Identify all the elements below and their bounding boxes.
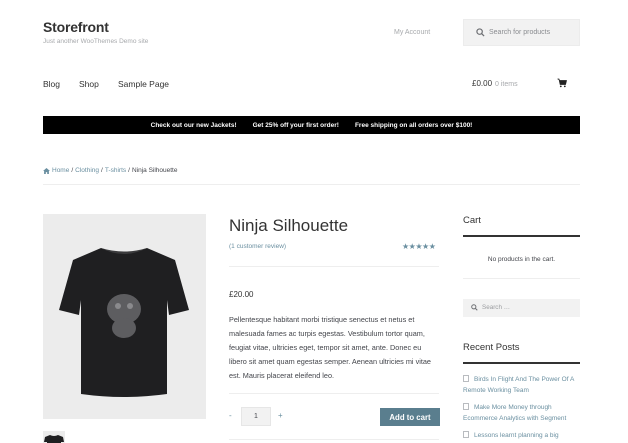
site-title[interactable]: Storefront xyxy=(43,19,109,35)
shopping-cart-icon[interactable] xyxy=(557,78,567,88)
breadcrumb-separator: / xyxy=(101,167,103,174)
promo-message: Get 25% off your first order! xyxy=(252,121,339,129)
promo-message: Free shipping on all orders over $100! xyxy=(354,121,473,129)
product-search-input[interactable]: Search for products xyxy=(463,19,580,46)
search-placeholder: Search for products xyxy=(489,29,551,36)
breadcrumb-separator: / xyxy=(128,167,130,174)
summary-divider xyxy=(229,439,439,440)
home-icon xyxy=(43,167,50,174)
document-icon xyxy=(463,375,469,382)
nav-item-blog[interactable]: Blog xyxy=(43,79,60,89)
cart-count: 0 items xyxy=(495,81,518,88)
tshirt-image xyxy=(59,248,189,397)
breadcrumb-home[interactable]: Home xyxy=(52,167,69,174)
summary-divider xyxy=(229,393,439,394)
cart-widget-title: Cart xyxy=(463,215,481,226)
my-account-link[interactable]: My Account xyxy=(394,29,430,36)
document-icon xyxy=(463,403,469,410)
document-icon xyxy=(463,431,469,438)
recent-post-item[interactable]: Birds In Flight And The Power Of A Remot… xyxy=(463,374,583,396)
widget-title-rule xyxy=(463,362,580,364)
breadcrumb-separator: / xyxy=(71,167,74,174)
header-cart-link[interactable]: £0.00 0 items xyxy=(472,79,518,88)
summary-divider xyxy=(229,266,439,267)
breadcrumb-current: Ninja Silhouette xyxy=(131,167,178,174)
breadcrumb-divider xyxy=(43,184,580,185)
site-tagline: Just another WooThemes Demo site xyxy=(43,38,149,45)
product-description: Pellentesque habitant morbi tristique se… xyxy=(229,315,431,380)
recent-post-link[interactable]: Make More Money through Ecommerce Analyt… xyxy=(463,404,566,422)
search-icon xyxy=(476,28,485,37)
tshirt-thumbnail-image xyxy=(44,435,64,443)
quantity-increase-button[interactable]: + xyxy=(278,411,283,420)
promo-bar: Check out our new Jackets! Get 25% off y… xyxy=(43,116,580,134)
product-thumbnail[interactable] xyxy=(43,431,65,443)
cart-total: £0.00 xyxy=(472,79,493,88)
product-title: Ninja Silhouette xyxy=(229,216,349,235)
sidebar-search-placeholder: Search … xyxy=(482,304,510,311)
breadcrumb: Home / Clothing / T-shirts / Ninja Silho… xyxy=(43,167,177,174)
recent-post-link[interactable]: Lessons learnt planning a big xyxy=(474,432,559,439)
promo-message: Check out our new Jackets! xyxy=(150,121,237,129)
recent-post-item[interactable]: Make More Money through Ecommerce Analyt… xyxy=(463,402,583,424)
product-price: £20.00 xyxy=(229,290,254,299)
quantity-decrease-button[interactable]: - xyxy=(229,411,232,420)
customer-review-link[interactable]: (1 customer review) xyxy=(229,243,286,250)
widget-divider xyxy=(463,278,580,279)
cart-empty-message: No products in the cart. xyxy=(487,256,556,263)
nav-item-sample-page[interactable]: Sample Page xyxy=(118,79,169,89)
breadcrumb-clothing[interactable]: Clothing xyxy=(75,167,99,174)
sidebar-search-input[interactable]: Search … xyxy=(463,299,580,317)
search-icon xyxy=(471,304,478,311)
breadcrumb-tshirts[interactable]: T-shirts xyxy=(105,167,126,174)
add-to-cart-button[interactable]: Add to cart xyxy=(380,408,440,426)
product-image[interactable] xyxy=(43,214,206,419)
widget-title-rule xyxy=(463,235,580,237)
star-rating: ★★★★★ xyxy=(402,242,436,251)
quantity-input[interactable]: 1 xyxy=(241,407,271,426)
nav-item-shop[interactable]: Shop xyxy=(79,79,99,89)
recent-post-item[interactable]: Lessons learnt planning a big xyxy=(463,430,583,441)
recent-post-link[interactable]: Birds In Flight And The Power Of A Remot… xyxy=(463,376,574,394)
recent-posts-title: Recent Posts xyxy=(463,342,520,353)
